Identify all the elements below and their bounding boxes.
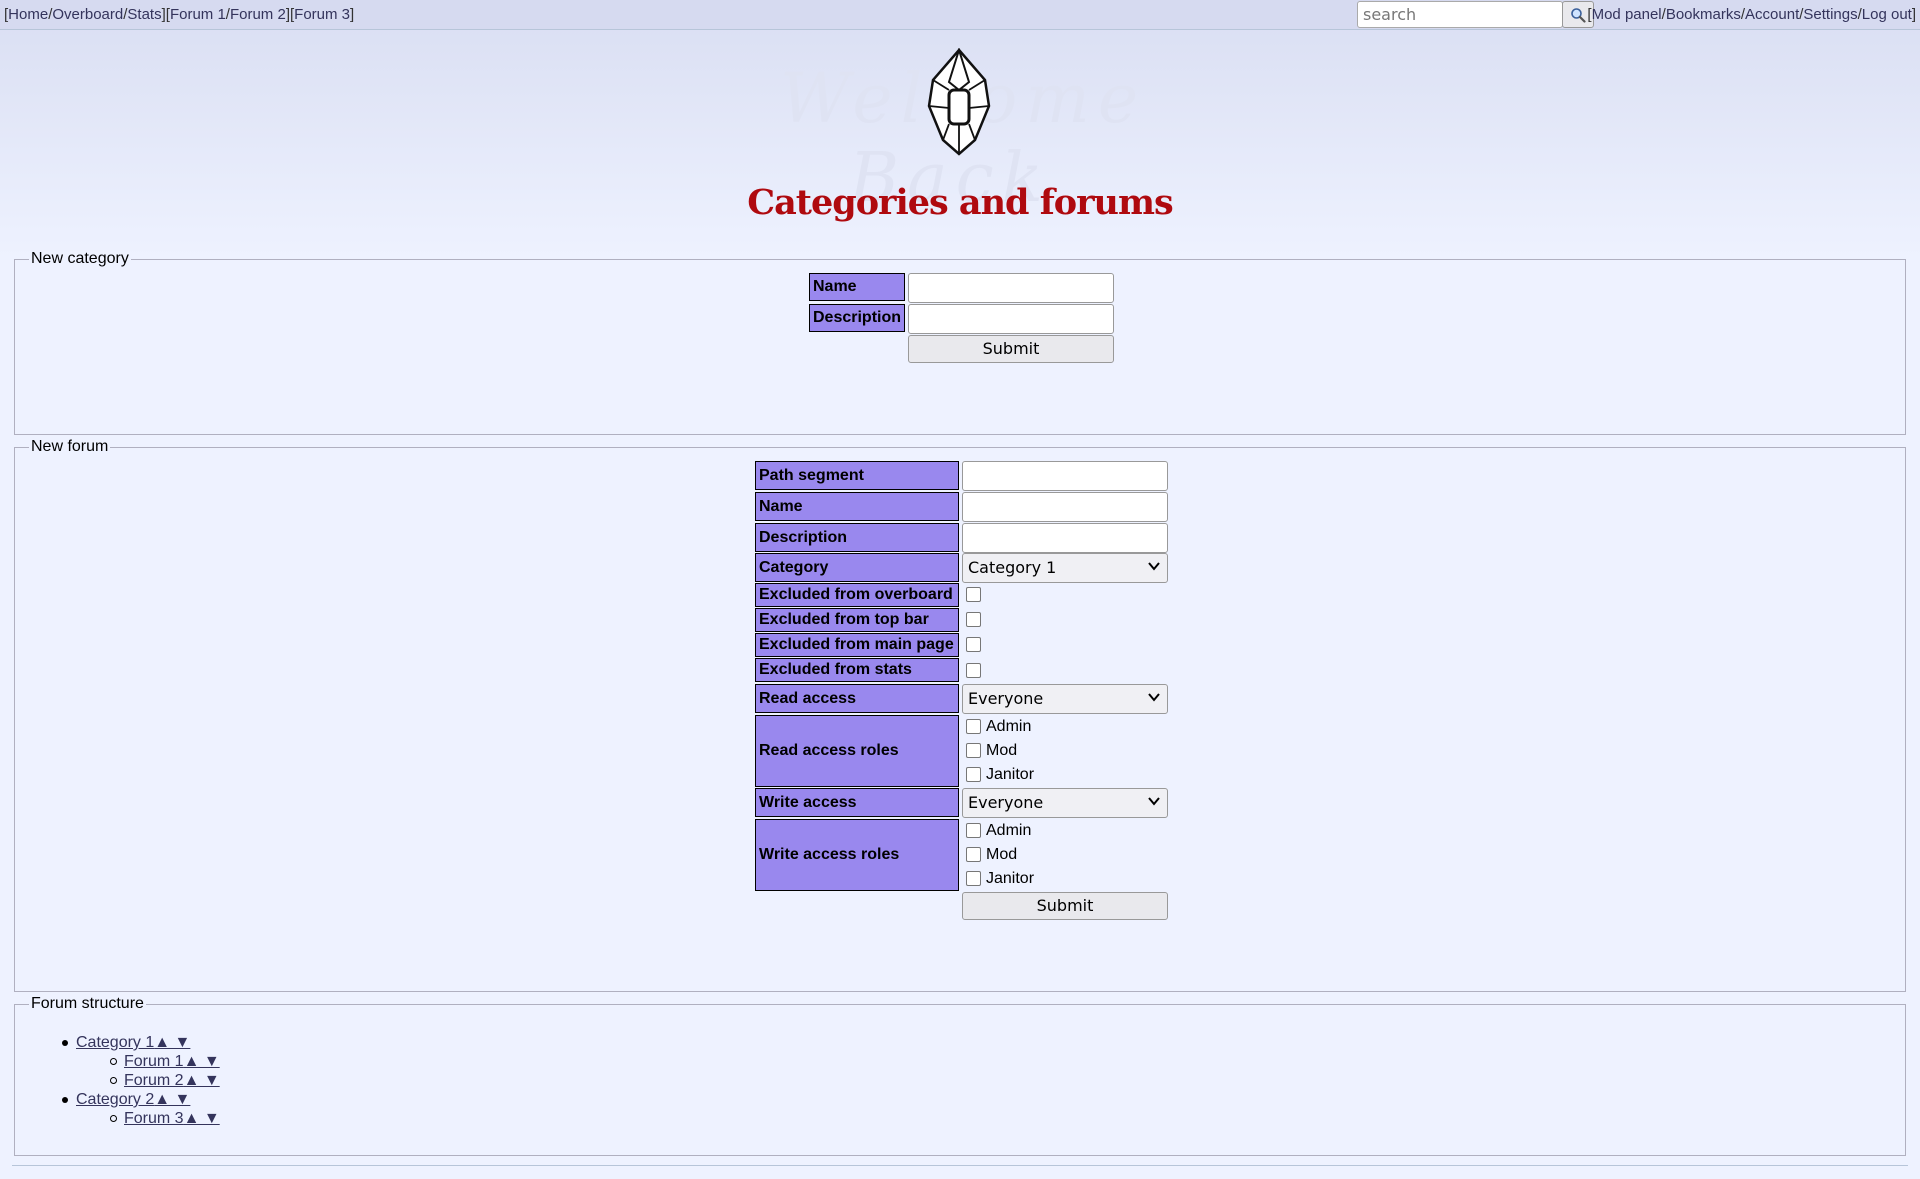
crystal-logo-icon — [927, 48, 991, 156]
new-forum-legend: New forum — [31, 438, 109, 455]
category-1-link[interactable]: Category 1▲ ▼ — [76, 1034, 190, 1051]
chevron-down-icon — [1148, 562, 1160, 571]
forum-category-select[interactable]: Category 1 — [962, 553, 1168, 583]
forum-category-value: Category 1 — [968, 558, 1057, 577]
path-segment-input[interactable] — [962, 461, 1168, 491]
nav-forum3-link[interactable]: Forum 3 — [294, 6, 350, 23]
forum-3-link[interactable]: Forum 3▲ ▼ — [124, 1110, 220, 1127]
forum-structure-legend: Forum structure — [31, 995, 144, 1012]
read-role-janitor-label: Janitor — [986, 766, 1035, 783]
list-item: Category 1▲ ▼ — [58, 1033, 220, 1052]
forum-name-input[interactable] — [962, 492, 1168, 522]
bottom-divider — [12, 1165, 1908, 1166]
write-role-admin-label: Admin — [986, 822, 1032, 839]
nav-forum1-link[interactable]: Forum 1 — [170, 6, 226, 23]
forum-structure-fieldset: Forum structure — [14, 995, 1906, 1156]
list-item: Forum 1▲ ▼ — [58, 1052, 220, 1071]
reorder-arrows[interactable]: ▲ ▼ — [184, 1072, 220, 1089]
reorder-arrows[interactable]: ▲ ▼ — [154, 1091, 190, 1108]
new-forum-fieldset: New forum — [14, 438, 1906, 992]
nav-account-link[interactable]: Account — [1745, 6, 1799, 23]
list-item: Forum 2▲ ▼ — [58, 1071, 220, 1090]
excluded-overboard-checkbox[interactable] — [966, 587, 981, 602]
forum-structure-tree: Category 1▲ ▼ Forum 1▲ ▼ Forum 2▲ ▼ Cate… — [58, 1033, 220, 1128]
banner: Welcome Back — [780, 40, 1138, 218]
read-role-admin-checkbox[interactable] — [966, 719, 981, 734]
write-access-value: Everyone — [968, 793, 1044, 812]
excluded-topbar-label: Excluded from top bar — [755, 608, 959, 632]
search-input[interactable] — [1357, 1, 1563, 28]
excluded-main-page-checkbox[interactable] — [966, 637, 981, 652]
write-access-roles-label: Write access roles — [755, 819, 959, 891]
new-category-legend: New category — [31, 250, 129, 267]
forum-description-input[interactable] — [962, 523, 1168, 553]
write-role-admin-checkbox[interactable] — [966, 823, 981, 838]
chevron-down-icon — [1148, 797, 1160, 806]
write-access-label: Write access — [755, 788, 959, 817]
forum-description-label: Description — [755, 523, 959, 552]
search-icon — [1571, 7, 1586, 23]
read-access-value: Everyone — [968, 689, 1044, 708]
write-role-janitor-checkbox[interactable] — [966, 871, 981, 886]
category-description-label: Description — [809, 304, 905, 332]
nav-logout-link[interactable]: Log out — [1862, 6, 1912, 23]
nav-forum2-link[interactable]: Forum 2 — [230, 6, 286, 23]
read-access-select[interactable]: Everyone — [962, 684, 1168, 714]
reorder-arrows[interactable]: ▲ ▼ — [154, 1034, 190, 1051]
category-2-link[interactable]: Category 2▲ ▼ — [76, 1091, 190, 1108]
write-role-janitor-label: Janitor — [986, 870, 1035, 887]
nav-overboard-link[interactable]: Overboard — [52, 6, 123, 23]
forum-2-link[interactable]: Forum 2▲ ▼ — [124, 1072, 220, 1089]
read-role-mod-checkbox[interactable] — [966, 743, 981, 758]
forum-submit-button[interactable]: Submit — [962, 892, 1168, 920]
nav-bookmarks-link[interactable]: Bookmarks — [1666, 6, 1741, 23]
board-nav: [Home/Overboard/Stats][Forum 1/Forum 2][… — [4, 6, 355, 23]
excluded-main-page-label: Excluded from main page — [755, 633, 959, 657]
category-name-input[interactable] — [908, 273, 1114, 303]
write-role-mod-label: Mod — [986, 846, 1018, 863]
excluded-stats-label: Excluded from stats — [755, 658, 959, 682]
list-item: Category 2▲ ▼ — [58, 1090, 220, 1109]
write-role-mod-checkbox[interactable] — [966, 847, 981, 862]
category-name-label: Name — [809, 273, 905, 301]
account-nav: [Mod panel/Bookmarks/Account/Settings/Lo… — [1587, 6, 1916, 23]
path-segment-label: Path segment — [755, 461, 959, 490]
write-access-select[interactable]: Everyone — [962, 788, 1168, 818]
top-bar: [Home/Overboard/Stats][Forum 1/Forum 2][… — [0, 0, 1920, 30]
excluded-stats-checkbox[interactable] — [966, 663, 981, 678]
read-access-roles-label: Read access roles — [755, 715, 959, 787]
nav-settings-link[interactable]: Settings — [1803, 6, 1857, 23]
reorder-arrows[interactable]: ▲ ▼ — [184, 1053, 220, 1070]
nav-mod-panel-link[interactable]: Mod panel — [1592, 6, 1662, 23]
chevron-down-icon — [1148, 693, 1160, 702]
excluded-topbar-checkbox[interactable] — [966, 612, 981, 627]
category-submit-button[interactable]: Submit — [908, 335, 1114, 363]
read-role-admin-label: Admin — [986, 718, 1032, 735]
nav-home-link[interactable]: Home — [8, 6, 48, 23]
excluded-overboard-label: Excluded from overboard — [755, 583, 959, 607]
category-description-input[interactable] — [908, 304, 1114, 334]
list-item: Forum 3▲ ▼ — [58, 1109, 220, 1128]
page-title: Categories and forums — [747, 182, 1174, 223]
forum-1-link[interactable]: Forum 1▲ ▼ — [124, 1053, 220, 1070]
read-role-mod-label: Mod — [986, 742, 1018, 759]
read-role-janitor-checkbox[interactable] — [966, 767, 981, 782]
reorder-arrows[interactable]: ▲ ▼ — [184, 1110, 220, 1127]
nav-stats-link[interactable]: Stats — [127, 6, 161, 23]
read-access-label: Read access — [755, 684, 959, 713]
forum-name-label: Name — [755, 492, 959, 521]
forum-category-label: Category — [755, 553, 959, 582]
